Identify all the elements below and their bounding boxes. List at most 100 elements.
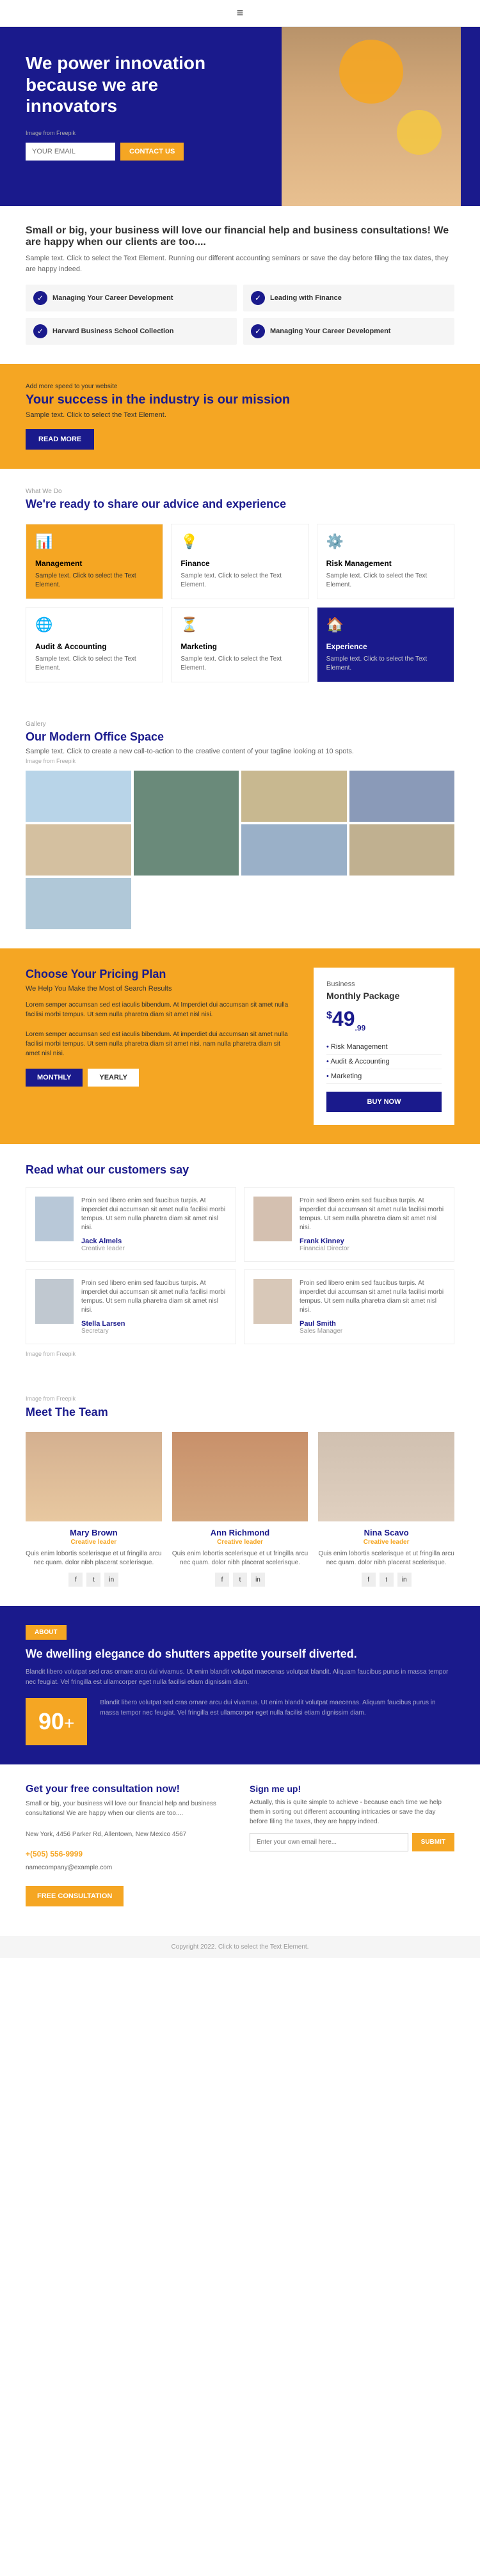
testimonial-text-1: Proin sed libero enim sed faucibus turpi… [300, 1197, 445, 1232]
facebook-icon-2[interactable]: f [362, 1573, 376, 1587]
testimonial-name-2: Stella Larsen [81, 1320, 227, 1328]
plan-type: Business [326, 980, 442, 988]
mission-heading: Your success in the industry is our miss… [26, 393, 454, 407]
team-title-2: Creative leader [318, 1539, 454, 1546]
twitter-icon-2[interactable]: t [380, 1573, 394, 1587]
check-icon-2 [251, 291, 265, 305]
yearly-tab[interactable]: YEARLY [88, 1069, 139, 1087]
navbar: ≡ [0, 0, 480, 27]
service-desc-1: Sample text. Click to select the Text El… [180, 572, 299, 590]
cta-button[interactable]: FREE CONSULTATION [26, 1886, 124, 1906]
pricing-body2: Lorem semper accumsan sed est iaculis bi… [26, 1030, 294, 1058]
cta-left: Get your free consultation now! Small or… [26, 1784, 230, 1917]
team-socials-1: f t in [172, 1573, 308, 1587]
gallery-item-3 [241, 771, 347, 822]
counter-number: 90 [38, 1708, 64, 1734]
team-socials-2: f t in [318, 1573, 454, 1587]
signup-submit-button[interactable]: SUBMIT [412, 1833, 454, 1851]
pricing-card: Business Monthly Package $49.99 Risk Man… [314, 968, 454, 1125]
facebook-icon-0[interactable]: f [68, 1573, 83, 1587]
pricing-section: Choose Your Pricing Plan We Help You Mak… [0, 948, 480, 1144]
service-title-2: Risk Management [326, 559, 445, 568]
price-display: $49.99 [326, 1007, 442, 1032]
about-body: Blandit libero volutpat sed cras ornare … [26, 1667, 454, 1688]
service-title-0: Management [35, 559, 154, 568]
service-card-1[interactable]: 💡 Finance Sample text. Click to select t… [171, 524, 308, 599]
twitter-icon-0[interactable]: t [86, 1573, 100, 1587]
hero-headline: We power innovation because we are innov… [26, 52, 218, 117]
about-button[interactable]: ABOUT [26, 1625, 67, 1640]
testimonial-text-0: Proin sed libero enim sed faucibus turpi… [81, 1197, 227, 1232]
team-name-1: Ann Richmond [172, 1528, 308, 1537]
read-more-button[interactable]: READ MORE [26, 429, 94, 450]
checklist-item-4: Managing Your Career Development [243, 318, 454, 345]
about-section: ABOUT We dwelling elegance do shutters a… [0, 1606, 480, 1764]
about-heading: We dwelling elegance do shutters appetit… [26, 1647, 454, 1661]
monthly-tab[interactable]: MONTHLY [26, 1069, 83, 1087]
facebook-icon-1[interactable]: f [215, 1573, 229, 1587]
services-grid: 📊 Management Sample text. Click to selec… [26, 524, 454, 682]
team-photo-1 [172, 1432, 308, 1521]
service-title-4: Marketing [180, 642, 299, 651]
service-desc-5: Sample text. Click to select the Text El… [326, 655, 445, 673]
testimonial-name-0: Jack Almels [81, 1237, 227, 1245]
price-symbol: $ [326, 1010, 332, 1021]
experience-icon: 🏠 [326, 617, 347, 637]
testimonial-text-2: Proin sed libero enim sed faucibus turpi… [81, 1279, 227, 1315]
signup-email-input[interactable] [250, 1833, 408, 1851]
team-photo-0 [26, 1432, 162, 1521]
audit-icon: 🌐 [35, 617, 56, 637]
linkedin-icon-0[interactable]: in [104, 1573, 118, 1587]
gallery-item-1 [26, 771, 131, 822]
hero-form: CONTACT US [26, 143, 218, 161]
testimonials-section: Read what our customers say Proin sed li… [0, 1144, 480, 1376]
tagline-body: Sample text. Click to select the Text El… [26, 253, 454, 274]
linkedin-icon-2[interactable]: in [397, 1573, 412, 1587]
service-desc-4: Sample text. Click to select the Text El… [180, 655, 299, 673]
about-counter: 90+ [26, 1698, 87, 1745]
gallery-item-4 [349, 771, 455, 822]
counter-plus: + [64, 1713, 74, 1733]
price-value: 49 [332, 1007, 355, 1030]
testimonial-card-1: Proin sed libero enim sed faucibus turpi… [244, 1187, 454, 1262]
team-card-2: Nina Scavo Creative leader Quis enim lob… [318, 1432, 454, 1587]
checklist-label-4: Managing Your Career Development [270, 327, 390, 335]
checklist-item-1: Managing Your Career Development [26, 285, 237, 311]
linkedin-icon-1[interactable]: in [251, 1573, 265, 1587]
plan-name: Monthly Package [326, 991, 442, 1001]
service-card-4[interactable]: ⏳ Marketing Sample text. Click to select… [171, 607, 308, 682]
service-card-0[interactable]: 📊 Management Sample text. Click to selec… [26, 524, 163, 599]
hero-image-label: Image from Freepik [26, 130, 218, 136]
hero-email-input[interactable] [26, 143, 115, 161]
buy-now-button[interactable]: BUY NOW [326, 1092, 442, 1112]
testimonial-role-2: Secretary [81, 1328, 227, 1335]
team-bio-0: Quis enim lobortis scelerisque et ut fri… [26, 1550, 162, 1567]
mission-body: Sample text. Click to select the Text El… [26, 411, 454, 419]
services-section: What We Do We're ready to share our advi… [0, 469, 480, 702]
hero-contact-button[interactable]: CONTACT US [120, 143, 184, 161]
finance-icon: 💡 [180, 533, 201, 554]
about-bottom: 90+ Blandit libero volutpat sed cras orn… [26, 1698, 454, 1745]
twitter-icon-1[interactable]: t [233, 1573, 247, 1587]
hero-section: We power innovation because we are innov… [0, 27, 480, 206]
about-counter-box: 90+ [26, 1698, 87, 1745]
service-card-3[interactable]: 🌐 Audit & Accounting Sample text. Click … [26, 607, 163, 682]
checklist-grid: Managing Your Career Development Leading… [26, 285, 454, 345]
hamburger-icon[interactable]: ≡ [237, 6, 244, 20]
cta-heading: Get your free consultation now! [26, 1784, 230, 1795]
team-photo-2 [318, 1432, 454, 1521]
signup-form: SUBMIT [250, 1833, 454, 1851]
service-card-5[interactable]: 🏠 Experience Sample text. Click to selec… [317, 607, 454, 682]
gallery-description: Sample text. Click to create a new call-… [26, 748, 454, 755]
checklist-label-3: Harvard Business School Collection [52, 327, 174, 335]
service-title-5: Experience [326, 642, 445, 651]
service-desc-0: Sample text. Click to select the Text El… [35, 572, 154, 590]
feature-1: Audit & Accounting [326, 1055, 442, 1069]
checklist-label-1: Managing Your Career Development [52, 294, 173, 302]
team-bio-1: Quis enim lobortis scelerisque et ut fri… [172, 1550, 308, 1567]
gallery-section: Gallery Our Modern Office Space Sample t… [0, 702, 480, 948]
service-card-2[interactable]: ⚙️ Risk Management Sample text. Click to… [317, 524, 454, 599]
risk-icon: ⚙️ [326, 533, 347, 554]
cta-body: Small or big, your business will love ou… [26, 1799, 230, 1818]
testimonial-name-3: Paul Smith [300, 1320, 445, 1328]
